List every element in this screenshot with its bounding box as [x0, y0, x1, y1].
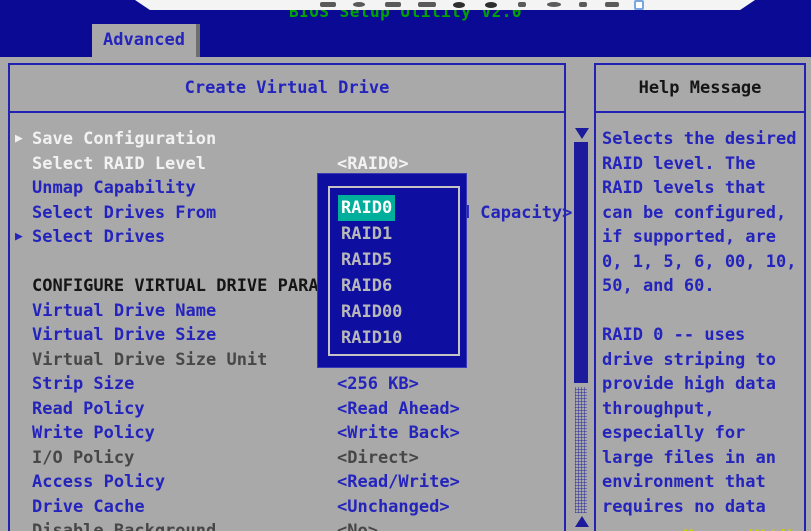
settings-pane-title: Create Virtual Drive	[10, 65, 564, 113]
raid-option-raid6[interactable]: RAID6	[330, 273, 458, 299]
scroll-down-icon[interactable]	[575, 128, 589, 139]
scrollbar-track[interactable]	[575, 387, 587, 513]
scrollbar-thumb[interactable]	[574, 142, 588, 383]
toolbar-icon-fragment	[485, 2, 497, 8]
menu-item-select-drives[interactable]: ▶ Select Drives	[10, 225, 564, 250]
help-line: can be configured,	[602, 201, 804, 226]
menu-item-read-policy[interactable]: Read Policy <Read Ahead>	[10, 397, 564, 422]
toolbar-icon-fragment	[579, 2, 587, 7]
raid-option-raid00[interactable]: RAID00	[330, 299, 458, 325]
menu-item-io-policy: I/O Policy <Direct>	[10, 446, 564, 471]
help-line: especially for	[602, 421, 804, 446]
raid-level-dropdown-frame: RAID0 RAID1 RAID5 RAID6 RAID00 RAID10	[328, 186, 460, 356]
toolbar-icon-fragment	[353, 2, 365, 7]
help-more-indicator: More: (U/d)	[596, 527, 796, 531]
help-line: 50, and 60.	[602, 274, 804, 299]
help-pane: Help Message Selects the desired RAID le…	[594, 63, 806, 531]
toolbar-icon-fragment	[320, 2, 336, 7]
help-line	[602, 299, 804, 324]
menu-item-disable-background[interactable]: Disable Background <No>	[10, 519, 564, 531]
raid-level-dropdown: RAID0 RAID1 RAID5 RAID6 RAID00 RAID10	[317, 173, 467, 368]
help-line: throughput,	[602, 397, 804, 422]
bios-screen: BIOS Setup Utility V2.0 Advanced Create …	[0, 0, 811, 531]
scroll-up-icon[interactable]	[575, 516, 589, 527]
menu-list: ▶ Save Configuration Select RAID Level <…	[10, 113, 564, 531]
toolbar-icon-fragment	[547, 2, 561, 7]
submenu-arrow-icon: ▶	[15, 225, 23, 250]
scrollbar[interactable]	[570, 57, 592, 531]
help-line: if supported, are	[602, 225, 804, 250]
help-text: Selects the desired RAID level. The RAID…	[596, 113, 804, 519]
menu-item-select-raid-level[interactable]: Select RAID Level <RAID0>	[10, 152, 564, 177]
menu-item-access-policy[interactable]: Access Policy <Read/Write>	[10, 470, 564, 495]
menu-item-drive-cache[interactable]: Drive Cache <Unchanged>	[10, 495, 564, 520]
raid-level-option-list: RAID0 RAID1 RAID5 RAID6 RAID00 RAID10	[330, 188, 458, 351]
raid-option-raid0[interactable]: RAID0	[330, 195, 458, 221]
remote-console-toolbar[interactable]	[135, 0, 755, 10]
help-pane-title: Help Message	[596, 65, 804, 113]
settings-pane: Create Virtual Drive ▶ Save Configuratio…	[8, 63, 566, 531]
menu-item-virtual-drive-size[interactable]: Virtual Drive Size	[10, 323, 564, 348]
menu-item-virtual-drive-size-unit: Virtual Drive Size Unit	[10, 348, 564, 373]
help-line: RAID levels that	[602, 176, 804, 201]
menu-item-strip-size[interactable]: Strip Size <256 KB>	[10, 372, 564, 397]
toolbar-icon-fragment	[385, 2, 401, 7]
menu-item-unmap-capability[interactable]: Unmap Capability	[10, 176, 564, 201]
menu-item-write-policy[interactable]: Write Policy <Write Back>	[10, 421, 564, 446]
raid-option-raid1[interactable]: RAID1	[330, 221, 458, 247]
help-line: RAID 0 -- uses	[602, 323, 804, 348]
help-line: requires no data	[602, 495, 804, 520]
menu-spacer-row	[10, 250, 564, 275]
menu-item-virtual-drive-name[interactable]: Virtual Drive Name	[10, 299, 564, 324]
help-line: provide high data	[602, 372, 804, 397]
toolbar-focus-square-icon[interactable]	[634, 0, 644, 10]
help-line: Selects the desired	[602, 127, 804, 152]
help-line: large files in an	[602, 446, 804, 471]
menu-item-select-drives-from[interactable]: Select Drives From <Unconfigured Capacit…	[10, 201, 564, 226]
raid-option-raid5[interactable]: RAID5	[330, 247, 458, 273]
toolbar-icon-fragment	[453, 2, 465, 8]
toolbar-icon-fragment	[518, 2, 526, 7]
raid-option-raid10[interactable]: RAID10	[330, 325, 458, 351]
help-line: 0, 1, 5, 6, 00, 10,	[602, 250, 804, 275]
help-line: drive striping to	[602, 348, 804, 373]
main-area: Create Virtual Drive ▶ Save Configuratio…	[0, 57, 811, 531]
toolbar-icon-fragment	[605, 2, 619, 7]
menu-item-save-configuration[interactable]: ▶ Save Configuration	[10, 127, 564, 152]
submenu-arrow-icon: ▶	[15, 127, 23, 152]
tab-advanced[interactable]: Advanced	[92, 24, 196, 57]
help-line: RAID level. The	[602, 152, 804, 177]
toolbar-icon-fragment	[418, 2, 436, 7]
section-heading-configure-parameters: CONFIGURE VIRTUAL DRIVE PARAMETERS:	[10, 274, 564, 299]
help-line: environment that	[602, 470, 804, 495]
